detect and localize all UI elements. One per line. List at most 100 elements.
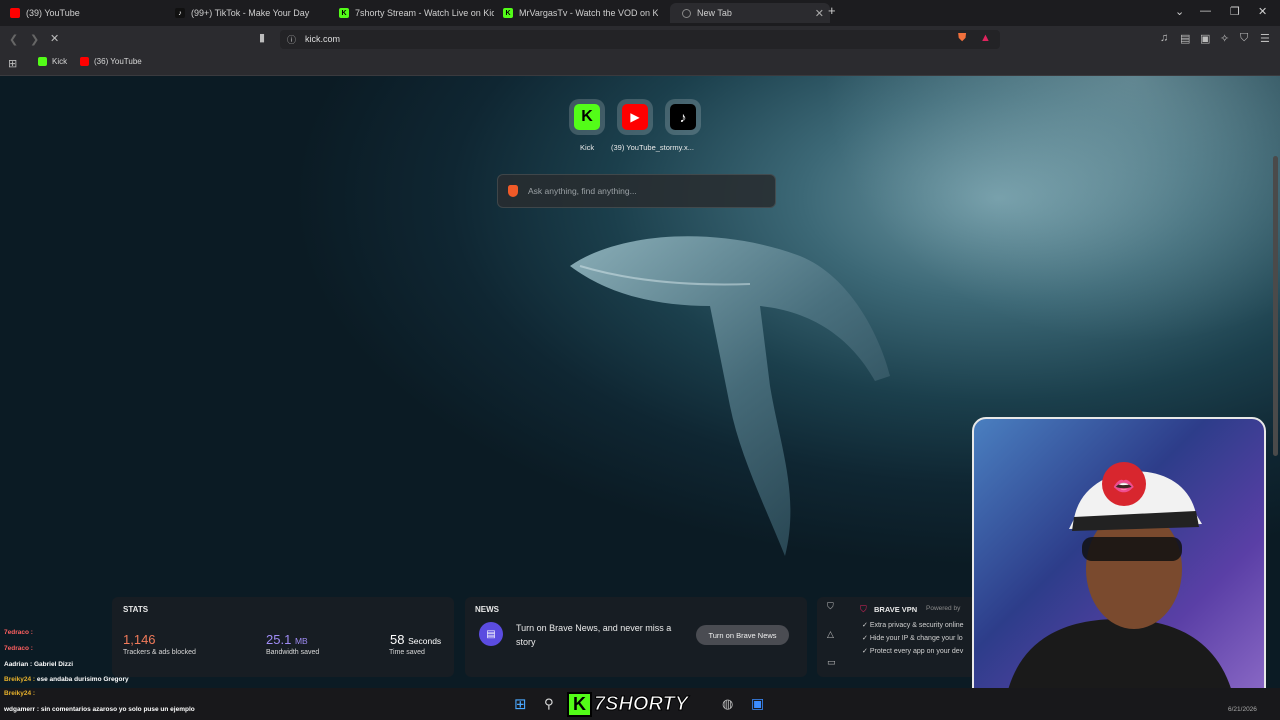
time-unit: Seconds <box>408 636 442 646</box>
turn-on-brave-news-button[interactable]: Turn on Brave News <box>696 625 789 645</box>
stats-title: STATS <box>123 605 149 614</box>
bookmark-label: (36) YouTube <box>94 57 142 66</box>
stats-widget: STATS 1,146 Trackers & ads blocked 25.1 … <box>112 597 454 677</box>
tab-search-chevron-icon[interactable]: ⌄ <box>1175 5 1184 18</box>
url-text: kick.com <box>305 34 341 44</box>
chat-text: ese andaba durisimo Gregory <box>36 676 129 683</box>
bandwidth-number: 25.1 <box>266 632 292 647</box>
scrollbar[interactable] <box>1273 156 1278 456</box>
vpn-widget: ⛉ △ ▭ ⛉ BRAVE VPN Powered by ✓ Extra pri… <box>817 597 977 677</box>
app-icon[interactable]: ▣ <box>751 695 764 712</box>
vpn-feature-text: Extra privacy & security online <box>869 622 964 629</box>
close-window-button[interactable]: ✕ <box>1258 5 1267 18</box>
vpn-feature: ✓ Protect every app on your dev <box>862 648 964 655</box>
webcam-overlay: 👄 <box>972 417 1266 711</box>
top-site-tiktok[interactable]: ♪ <box>665 99 701 135</box>
vpn-icon: ⛉ <box>860 604 867 614</box>
tab-strip: (39) YouTube ♪ (99+) TikTok - Make Your … <box>0 0 1280 26</box>
trackers-label: Trackers & ads blocked <box>123 649 196 656</box>
forward-icon[interactable]: ❯ <box>30 33 39 46</box>
stop-loading-icon[interactable]: ✕ <box>50 32 59 45</box>
youtube-icon: ▶ <box>622 104 648 130</box>
wallet-icon[interactable]: ▣ <box>1200 32 1210 45</box>
leo-ai-icon[interactable]: ✧ <box>1220 32 1229 45</box>
shield-icon: ⛉ <box>827 601 834 611</box>
whale-background-image <box>570 236 890 556</box>
trackers-count: 1,146 <box>123 632 156 647</box>
taskbar-date: 6/21/2026 <box>1228 706 1257 713</box>
chat-message: 7edraco : <box>4 645 33 652</box>
vpn-feature: ✓ Extra privacy & security online <box>862 622 964 629</box>
windows-start-icon[interactable]: ⊞ <box>514 695 527 713</box>
vpn-feature-text: Hide your IP & change your lo <box>869 635 963 642</box>
brave-app-icon[interactable]: ◍ <box>722 696 733 712</box>
top-site-kick[interactable]: K <box>569 99 605 135</box>
chat-message: 7edraco : <box>4 629 33 636</box>
vpn-powered: Powered by <box>926 605 961 612</box>
chat-user: Aadrian : <box>4 661 33 668</box>
search-icon[interactable]: ⚲ <box>544 696 554 712</box>
bookmark-kick[interactable]: Kick <box>38 57 67 66</box>
top-site-label: Kick <box>580 143 595 152</box>
kick-icon: K <box>339 8 349 18</box>
youtube-icon <box>10 8 20 18</box>
brave-rewards-icon[interactable]: ▲ <box>980 32 991 44</box>
youtube-icon <box>80 57 89 66</box>
warning-icon: △ <box>827 629 834 639</box>
bandwidth-value: 25.1 MB <box>266 632 308 647</box>
chat-text: sin comentarios azaroso yo solo puse un … <box>40 706 195 713</box>
chat-user: wdgamerr : <box>4 706 40 713</box>
message-icon: ▭ <box>827 657 836 667</box>
loading-icon <box>682 8 691 18</box>
back-icon[interactable]: ❮ <box>9 33 18 46</box>
bookmark-icon[interactable]: ▮ <box>259 31 265 44</box>
tab-tiktok[interactable]: ♪ (99+) TikTok - Make Your Day <box>175 3 325 23</box>
search-placeholder: Ask anything, find anything... <box>528 186 637 196</box>
news-text: Turn on Brave News, and never miss a sto… <box>516 623 672 647</box>
top-site-youtube[interactable]: ▶ <box>617 99 653 135</box>
address-bar[interactable]: ⓘ kick.com <box>280 30 1000 49</box>
chat-text: Gabriel Dizzi <box>33 661 73 668</box>
chat-user: Breiky24 : <box>4 676 36 683</box>
time-saved-label: Time saved <box>389 649 425 656</box>
chat-user: 7edraco : <box>4 629 33 636</box>
kick-icon: K <box>574 104 600 130</box>
brand-text: 7SHORTY <box>593 692 689 715</box>
7shorty-logo: K 7SHORTY <box>567 691 717 717</box>
menu-icon[interactable]: ☰ <box>1260 32 1270 45</box>
time-saved-value: 58 Seconds <box>390 632 441 647</box>
tab-mrvargastv-vod[interactable]: K MrVargasTv - Watch the VOD on Kick <box>503 3 658 23</box>
media-icon[interactable]: ♫ <box>1160 32 1168 44</box>
bookmarks-bar: ⊞ Kick (36) YouTube <box>0 53 1280 76</box>
tiktok-icon: ♪ <box>670 104 696 130</box>
brave-shields-icon[interactable]: ⛊ <box>958 32 966 45</box>
maximize-button[interactable]: ❐ <box>1230 5 1240 18</box>
bookmark-label: Kick <box>52 57 68 66</box>
bandwidth-unit: MB <box>294 636 308 646</box>
vpn-feature: ✓ Hide your IP & change your lo <box>862 635 963 642</box>
chat-user: 7edraco : <box>4 645 33 652</box>
apps-grid-icon[interactable]: ⊞ <box>8 57 17 70</box>
tab-label: 7shorty Stream - Watch Live on Kick <box>355 8 494 18</box>
top-site-label: (39) YouTube_stormy.x... <box>611 143 694 152</box>
vpn-icon[interactable]: ⛉ <box>1240 32 1248 45</box>
bookmark-youtube[interactable]: (36) YouTube <box>80 57 142 66</box>
tab-new-tab[interactable]: New Tab ✕ <box>670 3 830 23</box>
tab-youtube[interactable]: (39) YouTube <box>10 3 160 23</box>
new-tab-button[interactable]: + <box>828 3 836 18</box>
minimize-button[interactable]: — <box>1200 5 1211 17</box>
streamer-webcam-image: 👄 <box>1004 462 1236 709</box>
site-info-icon[interactable]: ⓘ <box>287 33 296 46</box>
news-icon: ▤ <box>479 622 503 646</box>
taskbar: Breiky24 : wdgamerr : sin comentarios az… <box>0 688 1280 720</box>
tab-label: (99+) TikTok - Make Your Day <box>191 8 310 18</box>
chat-message: Aadrian : Gabriel Dizzi <box>4 661 73 668</box>
news-title: NEWS <box>475 605 499 614</box>
kick-icon: K <box>503 8 513 18</box>
close-tab-icon[interactable]: ✕ <box>815 7 824 20</box>
search-box[interactable]: Ask anything, find anything... <box>497 174 776 208</box>
vpn-title: BRAVE VPN <box>874 605 918 614</box>
tab-7shorty-stream[interactable]: K 7shorty Stream - Watch Live on Kick <box>339 3 494 23</box>
sidebar-icon[interactable]: ▤ <box>1180 32 1190 45</box>
toolbar: ❮ ❯ ✕ ▮ ⓘ kick.com ⛊ ▲ ♫ ▤ ▣ ✧ ⛉ ☰ <box>0 26 1280 53</box>
